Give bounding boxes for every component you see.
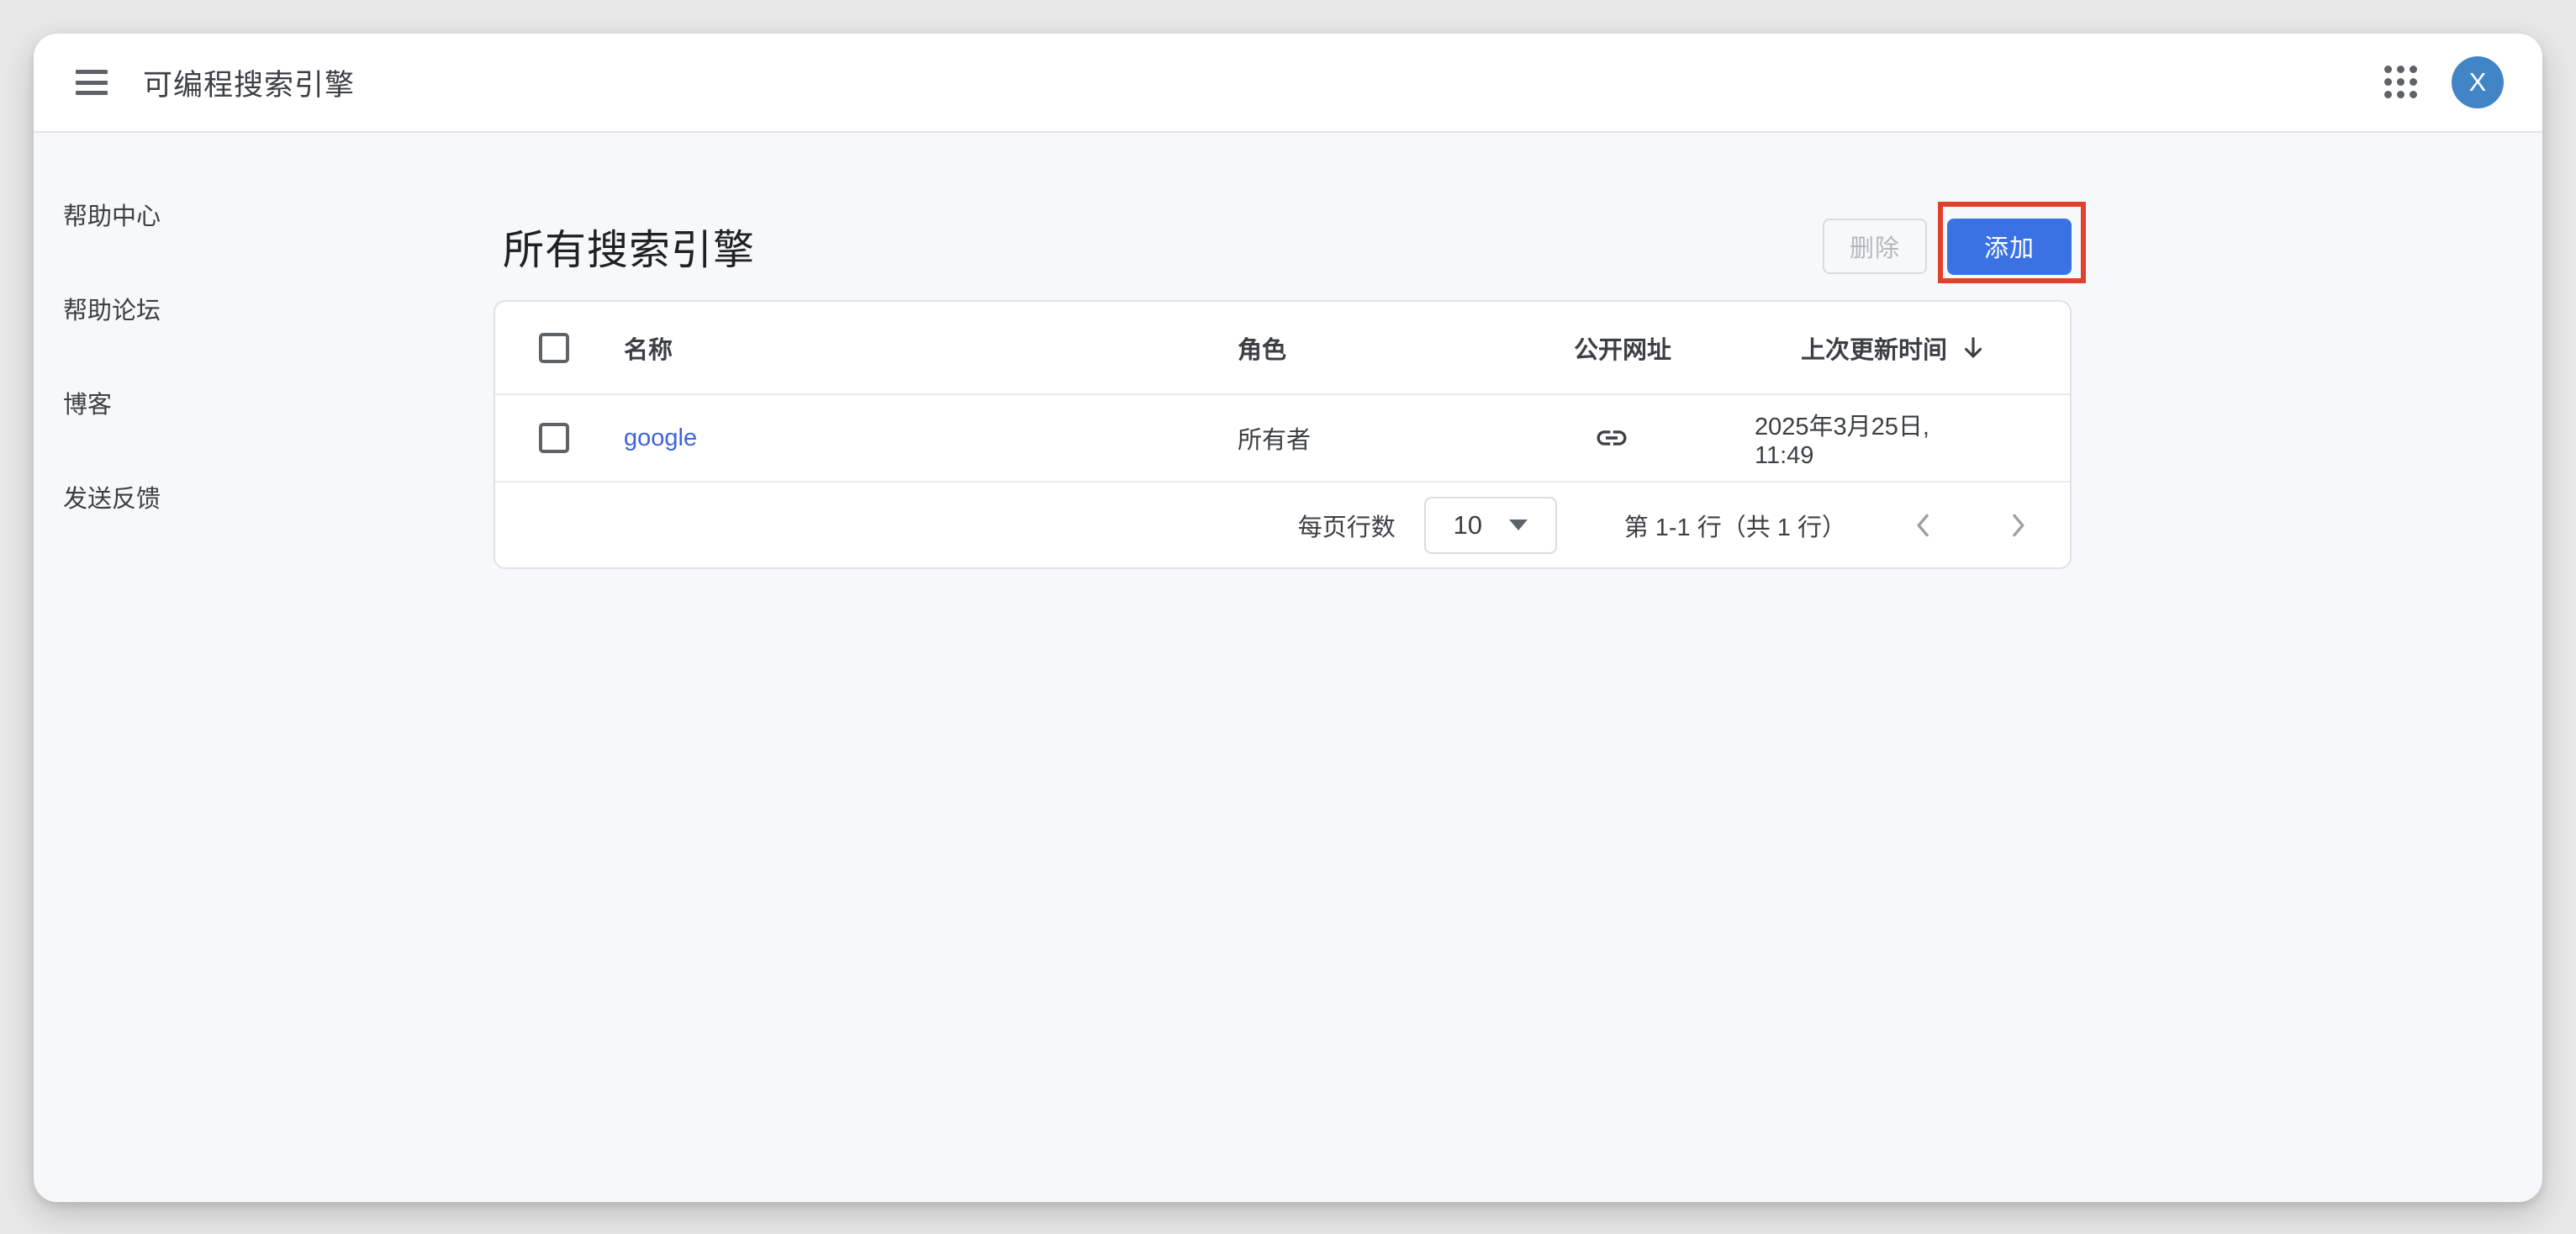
pagination-range-text: 第 1-1 行（共 1 行）: [1624, 508, 1846, 543]
search-engines-table: 名称 角色 公开网址 上次更新时间: [494, 300, 2072, 569]
sidebar-item-send-feedback[interactable]: 发送反馈: [63, 479, 425, 514]
caret-down-icon: [1509, 519, 1528, 530]
header-actions: 删除 添加: [1823, 219, 2072, 275]
engine-last-updated: 2025年3月25日, 11:49: [1755, 407, 2070, 470]
app-window: 可编程搜索引擎 X 帮助中心 帮助论坛 博客 发送反馈 所有搜索引擎 删除 添加: [34, 34, 2542, 1202]
select-all-checkbox[interactable]: [539, 333, 569, 363]
table-row: google 所有者 2025年3月25日, 11:49: [495, 395, 2070, 483]
rows-per-page-value: 10: [1453, 510, 1481, 541]
rows-per-page-label: 每页行数: [1298, 508, 1396, 543]
sidebar-item-blog[interactable]: 博客: [63, 385, 425, 420]
arrow-down-icon[interactable]: [1959, 334, 1987, 362]
rows-per-page-select[interactable]: 10: [1424, 497, 1557, 554]
row-checkbox[interactable]: [539, 423, 569, 453]
top-bar: 可编程搜索引擎 X: [34, 34, 2542, 133]
column-header-public-url: 公开网址: [1574, 330, 1755, 366]
engine-name-link[interactable]: google: [624, 425, 697, 451]
avatar[interactable]: X: [2452, 56, 2504, 108]
link-icon[interactable]: [1594, 420, 1629, 456]
sidebar-item-help-forum[interactable]: 帮助论坛: [63, 291, 425, 326]
content-area: 帮助中心 帮助论坛 博客 发送反馈 所有搜索引擎 删除 添加: [34, 133, 2542, 1200]
column-header-last-updated[interactable]: 上次更新时间: [1801, 330, 1947, 366]
engine-role: 所有者: [1238, 420, 1574, 456]
sidebar-item-help-center[interactable]: 帮助中心: [63, 197, 425, 232]
column-header-role: 角色: [1238, 330, 1574, 366]
pagination-bar: 每页行数 10 第 1-1 行（共 1 行）: [495, 483, 2070, 567]
main-header: 所有搜索引擎 删除 添加: [494, 217, 2072, 276]
main-panel: 所有搜索引擎 删除 添加 名称 角色 公开网址: [494, 133, 2072, 569]
column-header-name: 名称: [624, 330, 1238, 366]
page-title: 所有搜索引擎: [503, 217, 755, 277]
add-button[interactable]: 添加: [1947, 219, 2072, 275]
table-header-row: 名称 角色 公开网址 上次更新时间: [495, 302, 2070, 395]
chevron-left-icon[interactable]: [1907, 509, 1940, 542]
delete-button[interactable]: 删除: [1823, 219, 1927, 274]
chevron-right-icon[interactable]: [2001, 509, 2035, 542]
app-title: 可编程搜索引擎: [143, 61, 355, 104]
sidebar: 帮助中心 帮助论坛 博客 发送反馈: [63, 197, 425, 573]
apps-grid-icon[interactable]: [2384, 66, 2418, 99]
menu-icon[interactable]: [76, 70, 108, 95]
